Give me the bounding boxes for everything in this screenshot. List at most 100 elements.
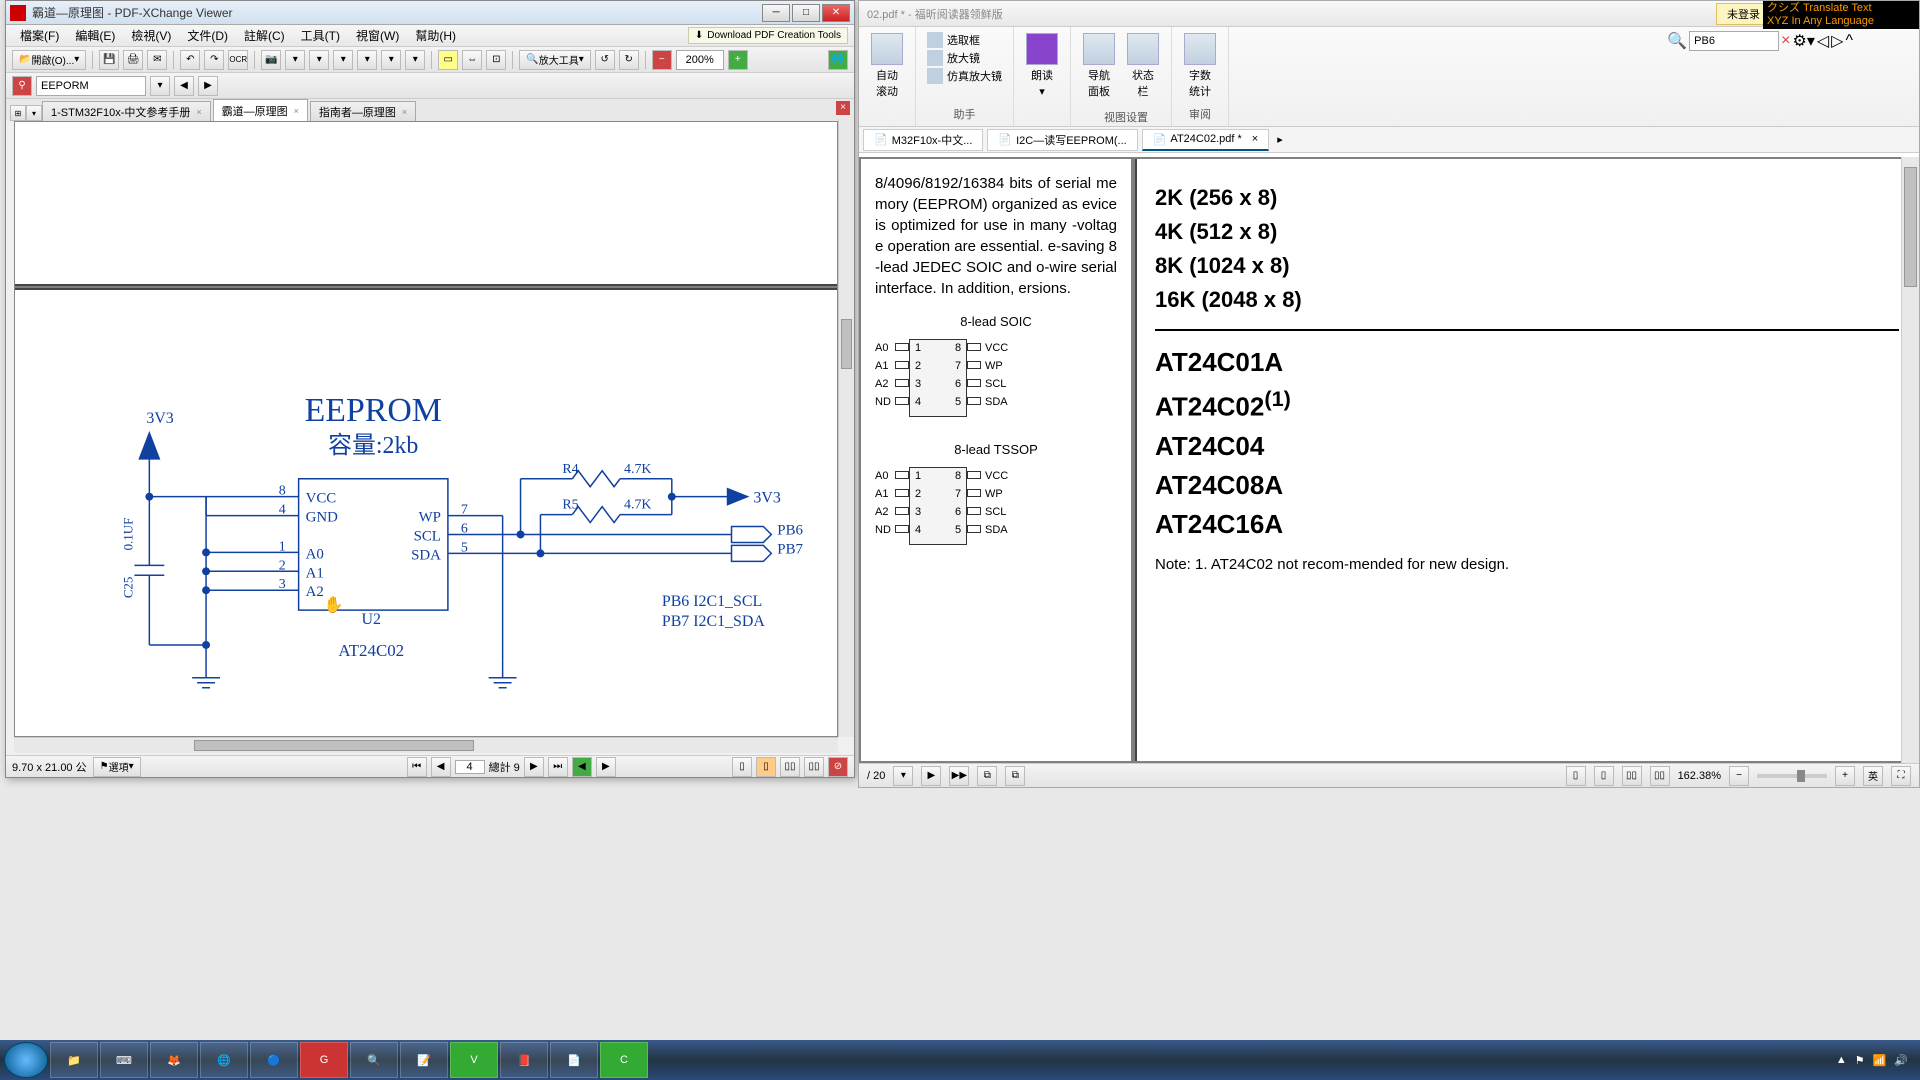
ocr-button[interactable]: OCR [228, 50, 248, 70]
translate-badge[interactable]: クシズ Translate Text XYZ In Any Language [1763, 1, 1919, 29]
rtab-stm32[interactable]: 📄M32F10x-中文... [863, 129, 983, 151]
search-input[interactable] [36, 76, 146, 96]
fullscreen-button[interactable]: ⛶ [1891, 766, 1911, 786]
copy-button[interactable]: ⧉ [977, 766, 997, 786]
taskbar-browser[interactable]: 🌐 [200, 1042, 248, 1078]
tab-list-icon[interactable]: ▾ [26, 105, 42, 121]
doctab-badao[interactable]: 霸道—原理图× [213, 99, 308, 121]
email-button[interactable]: ✉ [147, 50, 167, 70]
taskbar-notepad[interactable]: 📄 [550, 1042, 598, 1078]
tool-b[interactable]: ▾ [309, 50, 329, 70]
view-single-button[interactable]: ▯ [1566, 766, 1586, 786]
lang-button[interactable]: 英 [1863, 766, 1883, 786]
clear-search-icon[interactable]: × [1781, 32, 1790, 50]
close-icon[interactable]: × [1252, 133, 1258, 145]
left-titlebar[interactable]: 霸道—原理图 - PDF-XChange Viewer ─ □ ✕ [6, 1, 854, 25]
system-tray[interactable]: ▲ ⚑ 📶 🔊 [1836, 1054, 1916, 1067]
magnifier-button[interactable]: 放大镜 [926, 49, 1003, 67]
search-next-button[interactable]: ▶ [198, 76, 218, 96]
minimize-button[interactable]: ─ [762, 4, 790, 22]
taskbar-app12[interactable]: C [600, 1042, 648, 1078]
close-icon[interactable]: × [294, 106, 299, 116]
zoom-out-button[interactable]: − [652, 50, 672, 70]
horizontal-scrollbar[interactable] [14, 737, 838, 753]
tab-grid-icon[interactable]: ⊞ [10, 105, 26, 121]
snapshot-button[interactable]: 📷 [261, 50, 281, 70]
tab-overflow-icon[interactable]: ▸ [1277, 133, 1283, 146]
prev-page-button[interactable]: ◀ [431, 757, 451, 777]
menu-tool[interactable]: 工具(T) [293, 25, 348, 46]
ff-button[interactable]: ▶▶ [949, 766, 969, 786]
search-next-icon[interactable]: ▷ [1831, 31, 1843, 51]
nav-fwd-button[interactable]: ▶ [596, 757, 616, 777]
menu-edit[interactable]: 編輯(E) [67, 25, 123, 46]
layout-cont-button[interactable]: ▯ [756, 757, 776, 777]
zoom-tool-button[interactable]: 🔍 放大工具 ▾ [519, 50, 590, 70]
marquee-button[interactable]: 选取框 [926, 31, 1003, 49]
nav-back-button[interactable]: ◀ [572, 757, 592, 777]
right-vscroll[interactable] [1901, 157, 1919, 763]
tray-icon[interactable]: ▲ [1836, 1054, 1847, 1066]
last-page-button[interactable]: ⏭ [548, 757, 568, 777]
ribbon-collapse-icon[interactable]: ^ [1845, 32, 1853, 50]
taskbar-app5[interactable]: 🔵 [250, 1042, 298, 1078]
taskbar-explorer[interactable]: 📁 [50, 1042, 98, 1078]
autoscroll-button[interactable]: 自动 滚动 [869, 31, 905, 101]
taskbar-app9[interactable]: V [450, 1042, 498, 1078]
layout-cfacing-button[interactable]: ▯▯ [804, 757, 824, 777]
view-cfacing-button[interactable]: ▯▯ [1650, 766, 1670, 786]
view-cont-button[interactable]: ▯ [1594, 766, 1614, 786]
menu-help[interactable]: 幫助(H) [407, 25, 464, 46]
dropdown-icon[interactable]: ▾ [893, 766, 913, 786]
menu-file[interactable]: 檔案(F) [12, 25, 67, 46]
doctab-zhinanche[interactable]: 指南者—原理图× [310, 101, 416, 121]
taskbar-app8[interactable]: 📝 [400, 1042, 448, 1078]
vertical-scrollbar[interactable] [838, 119, 854, 737]
zoom-in-button[interactable]: + [728, 50, 748, 70]
rotate-left-button[interactable]: ↺ [595, 50, 615, 70]
tool-a[interactable]: ▾ [285, 50, 305, 70]
close-doc-button[interactable]: ⊘ [828, 757, 848, 777]
undo-button[interactable]: ↶ [180, 50, 200, 70]
right-content[interactable]: 8/4096/8192/16384 bits of serial memory … [859, 157, 1919, 763]
save-button[interactable]: 💾 [99, 50, 119, 70]
rtab-i2c[interactable]: 📄I2C—读写EEPROM(... [987, 129, 1137, 151]
tray-network-icon[interactable]: 📶 [1873, 1054, 1887, 1067]
pdf-canvas[interactable]: EEPROM 容量:2kb 3V3 0.1UF C25 [14, 121, 838, 737]
search-prev-button[interactable]: ◀ [174, 76, 194, 96]
fit-page-button[interactable]: ⊡ [486, 50, 506, 70]
loupe-button[interactable]: 仿真放大镜 [926, 67, 1003, 85]
menu-window[interactable]: 視窗(W) [348, 25, 407, 46]
search-icon[interactable]: ⚲ [12, 76, 32, 96]
zoom-level-input[interactable] [676, 50, 724, 70]
tray-flag-icon[interactable]: ⚑ [1855, 1054, 1865, 1067]
play-button[interactable]: ▶ [921, 766, 941, 786]
start-button[interactable] [4, 1042, 48, 1078]
search-input[interactable] [1689, 31, 1779, 51]
zoom-in-button[interactable]: + [1835, 766, 1855, 786]
rtab-at24c02[interactable]: 📄AT24C02.pdf *× [1142, 129, 1269, 151]
tray-volume-icon[interactable]: 🔊 [1894, 1054, 1908, 1067]
redo-button[interactable]: ↷ [204, 50, 224, 70]
read-aloud-button[interactable]: 朗读▾ [1024, 31, 1060, 100]
tool-c[interactable]: ▾ [333, 50, 353, 70]
zoom-out-button[interactable]: − [1729, 766, 1749, 786]
scrollbar-thumb[interactable] [1904, 167, 1917, 287]
page-number-input[interactable] [455, 760, 485, 774]
taskbar-firefox[interactable]: 🦊 [150, 1042, 198, 1078]
layout-facing-button[interactable]: ▯▯ [780, 757, 800, 777]
right-titlebar[interactable]: 02.pdf * - 福昕阅读器领鲜版 未登录 ⇪ ⊞ ─ ▢ ✕ [859, 1, 1919, 27]
scrollbar-thumb[interactable] [194, 740, 474, 751]
zoom-slider[interactable] [1757, 774, 1827, 778]
search-dropdown[interactable]: ▾ [150, 76, 170, 96]
menu-view[interactable]: 檢視(V) [123, 25, 179, 46]
open-button[interactable]: 📂 開啟(O)... ▾ [12, 50, 86, 70]
taskbar-pdf[interactable]: 📕 [500, 1042, 548, 1078]
paste-button[interactable]: ⧉ [1005, 766, 1025, 786]
tool-e[interactable]: ▾ [381, 50, 401, 70]
doctab-stm32[interactable]: 1-STM32F10x-中文参考手册× [42, 101, 211, 121]
close-all-tabs[interactable]: × [836, 101, 850, 115]
scrollbar-thumb[interactable] [841, 319, 852, 369]
close-icon[interactable]: × [402, 107, 407, 117]
layout-single-button[interactable]: ▯ [732, 757, 752, 777]
